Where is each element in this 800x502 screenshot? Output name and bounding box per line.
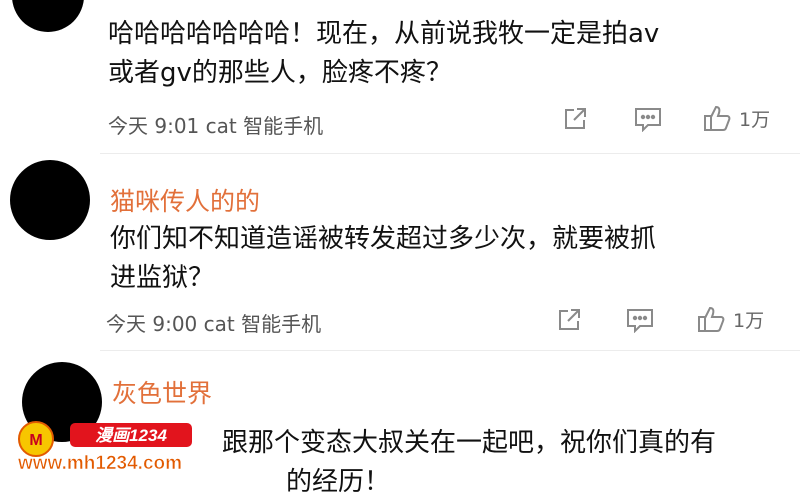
like-button[interactable]: 1万 bbox=[697, 305, 764, 333]
comment-time: 今天 9:01 bbox=[108, 114, 200, 138]
avatar[interactable] bbox=[10, 160, 90, 240]
comment-time: 今天 9:00 bbox=[106, 312, 198, 336]
comment-text-line: 的经历！ bbox=[286, 467, 391, 497]
comment-text: 你们知不知道造谣被转发超过多少次，就要被抓 进监狱？ bbox=[110, 220, 656, 298]
share-button[interactable] bbox=[556, 307, 582, 333]
like-button[interactable]: 1万 bbox=[703, 104, 770, 132]
comment-text-line: 跟那个变态大叔关在一起吧，祝你们真的有 bbox=[222, 428, 717, 458]
like-icon bbox=[704, 105, 731, 131]
comment-text-line: 你们知不知道造谣被转发超过多少次，就要被抓 bbox=[110, 224, 657, 254]
comment-icon bbox=[635, 108, 661, 132]
watermark-brand: 漫画1234 bbox=[95, 426, 167, 445]
watermark-url: www.mh1234.com bbox=[17, 453, 182, 474]
watermark: M 漫画1234 www.mh1234.com bbox=[0, 419, 200, 475]
comment-text-line: 哈哈哈哈哈哈哈！现在，从前说我牧一定是拍av bbox=[108, 19, 660, 49]
comment-username[interactable]: 灰色世界 bbox=[112, 374, 212, 410]
svg-text:M: M bbox=[29, 432, 42, 449]
comment-button[interactable] bbox=[626, 307, 654, 333]
comment-client: cat 智能手机 bbox=[203, 312, 322, 336]
comment-text: 哈哈哈哈哈哈哈！现在，从前说我牧一定是拍av 或者gv的那些人，脸疼不疼？ bbox=[108, 15, 659, 93]
like-count: 1万 bbox=[733, 309, 765, 332]
avatar[interactable] bbox=[12, 0, 84, 32]
comment-meta: 今天 9:01 cat 智能手机 bbox=[108, 110, 323, 139]
comment-client: cat 智能手机 bbox=[205, 114, 324, 138]
divider bbox=[100, 153, 800, 154]
comment-text-line: 或者gv的那些人，脸疼不疼？ bbox=[108, 58, 452, 88]
share-icon bbox=[565, 108, 586, 129]
comment-icon bbox=[627, 309, 653, 333]
share-button[interactable] bbox=[562, 106, 588, 132]
comment-text: 跟那个变态大叔关在一起吧，祝你们真的有 的经历！ bbox=[222, 424, 716, 502]
share-icon bbox=[559, 309, 580, 330]
like-icon bbox=[698, 306, 725, 332]
comment-text-line: 进监狱？ bbox=[110, 263, 215, 293]
comment-button[interactable] bbox=[634, 106, 662, 132]
divider bbox=[100, 350, 800, 351]
comment-meta: 今天 9:00 cat 智能手机 bbox=[106, 308, 321, 337]
like-count: 1万 bbox=[739, 108, 771, 131]
comment-username[interactable]: 猫咪传人的的 bbox=[110, 182, 260, 218]
